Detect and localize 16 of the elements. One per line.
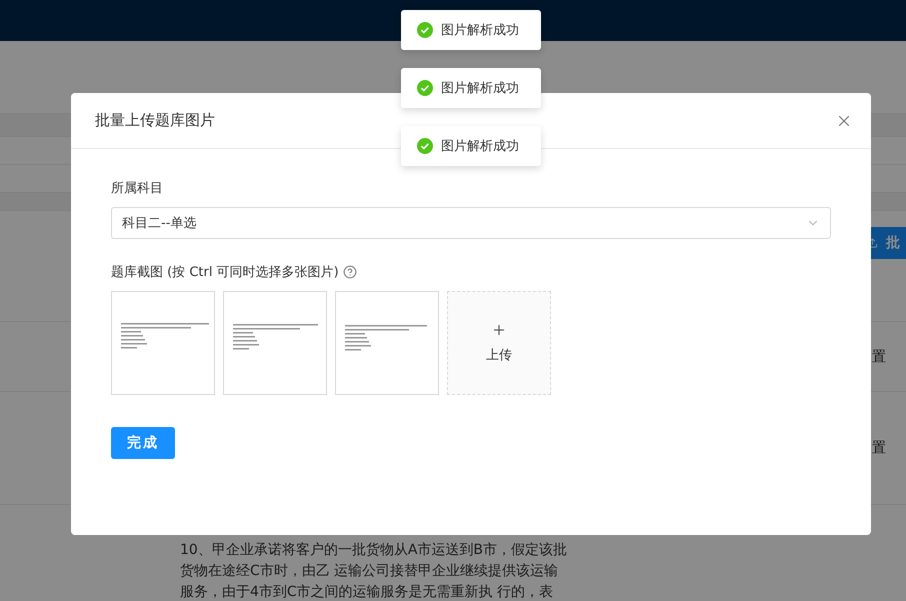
help-icon[interactable]: [342, 265, 357, 279]
subject-label: 所属科目: [111, 180, 164, 197]
toast-message: 图片解析成功: [401, 126, 541, 166]
screenshots-label: 题库截图 (按 Ctrl 可同时选择多张图片): [111, 264, 339, 281]
dialog-title: 批量上传题库图片: [95, 111, 215, 130]
row-action: 置: [872, 439, 886, 457]
row-action: 置: [872, 348, 886, 366]
toast-message: 图片解析成功: [401, 10, 541, 50]
toast-message: 图片解析成功: [401, 68, 541, 108]
plus-icon: [491, 322, 507, 338]
success-icon: [417, 138, 433, 154]
upload-button[interactable]: 上传: [447, 291, 551, 395]
question-text: 10、甲企业承诺将客户的一批货物从A市运送到B市，假定该批货物在途经C市时，由乙 运输公司接替甲企业继续提供该运输服务，由于4市到C市之间的运输服务是无需重新执 行的，表: [180, 541, 568, 601]
success-icon: [417, 22, 433, 38]
success-icon: [417, 80, 433, 96]
subject-select[interactable]: 科目二--单选: [111, 207, 831, 239]
